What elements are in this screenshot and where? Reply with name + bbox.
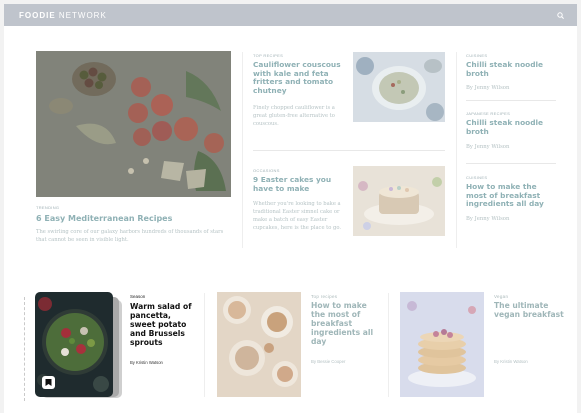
middle-kicker-2: OCCASIONS: [253, 168, 280, 173]
middle-excerpt-1: Finely chopped cauliflower is a great gl…: [253, 105, 335, 128]
carousel-divider-2: [388, 293, 389, 397]
page: FOODIE NETWORK TRENDING 6 Easy Mediterra…: [4, 4, 577, 413]
featured-image[interactable]: [36, 51, 231, 197]
breakfast-image[interactable]: [217, 292, 301, 397]
carousel-kicker-1: Season: [130, 294, 146, 299]
top-navigation-bar: FOODIE NETWORK: [4, 4, 577, 26]
right-byline-1: By Jenny Wilson: [466, 85, 510, 91]
easter-cake-image[interactable]: [353, 166, 445, 236]
right-kicker-2: JAPANESE RECIPES: [466, 111, 511, 116]
save-icon[interactable]: [42, 376, 55, 389]
middle-title-1[interactable]: Cauliflower couscous with kale and feta …: [253, 60, 345, 96]
right-title-1[interactable]: Chilli steak noodle broth: [466, 60, 558, 78]
carousel-byline-2: By Bessie Cooper: [311, 359, 346, 364]
brand-logo-light: NETWORK: [55, 11, 107, 20]
brand-logo[interactable]: FOODIE NETWORK: [19, 11, 107, 20]
right-separator-1: [466, 100, 556, 101]
middle-title-2[interactable]: 9 Easter cakes you have to make: [253, 175, 345, 193]
carousel-kicker-3: Vegan: [494, 294, 509, 299]
featured-title[interactable]: 6 Easy Mediterranean Recipes: [36, 214, 226, 223]
carousel-byline-3: By Kristin Watson: [494, 359, 528, 364]
carousel-kicker-2: Top recipes: [311, 294, 338, 299]
brand-logo-bold: FOODIE: [19, 11, 56, 20]
right-kicker-1: CUISINES: [466, 53, 488, 58]
carousel-title-2[interactable]: How to make the most of breakfast ingred…: [311, 301, 381, 347]
middle-kicker-1: TOP RECIPES: [253, 53, 284, 58]
carousel-byline-1: By Kristin Watson: [130, 360, 163, 365]
couscous-image[interactable]: [353, 52, 445, 122]
right-title-3[interactable]: How to make the most of breakfast ingred…: [466, 182, 558, 209]
right-byline-2: By Jenny Wilson: [466, 144, 510, 150]
middle-excerpt-2: Whether you're looking to bake a traditi…: [253, 201, 342, 232]
right-kicker-3: CUISINES: [466, 175, 488, 180]
carousel-title-3[interactable]: The ultimate vegan breakfast: [494, 301, 564, 320]
featured-kicker: TRENDING: [36, 205, 60, 210]
column-divider-right: [456, 52, 457, 248]
carousel-title-1[interactable]: Warm salad of pancetta, sweet potato and…: [130, 302, 198, 348]
middle-separator: [253, 150, 445, 151]
carousel-dashed-rail: [24, 297, 25, 401]
pancakes-image[interactable]: [400, 292, 484, 397]
carousel-divider-1: [204, 293, 205, 397]
right-byline-3: By Jenny Wilson: [466, 216, 510, 222]
search-icon[interactable]: [555, 9, 567, 21]
right-title-2[interactable]: Chilli steak noodle broth: [466, 118, 558, 136]
featured-excerpt: The swirling core of our galaxy harbors …: [36, 229, 224, 244]
column-divider: [242, 52, 243, 248]
right-separator-2: [466, 163, 556, 164]
